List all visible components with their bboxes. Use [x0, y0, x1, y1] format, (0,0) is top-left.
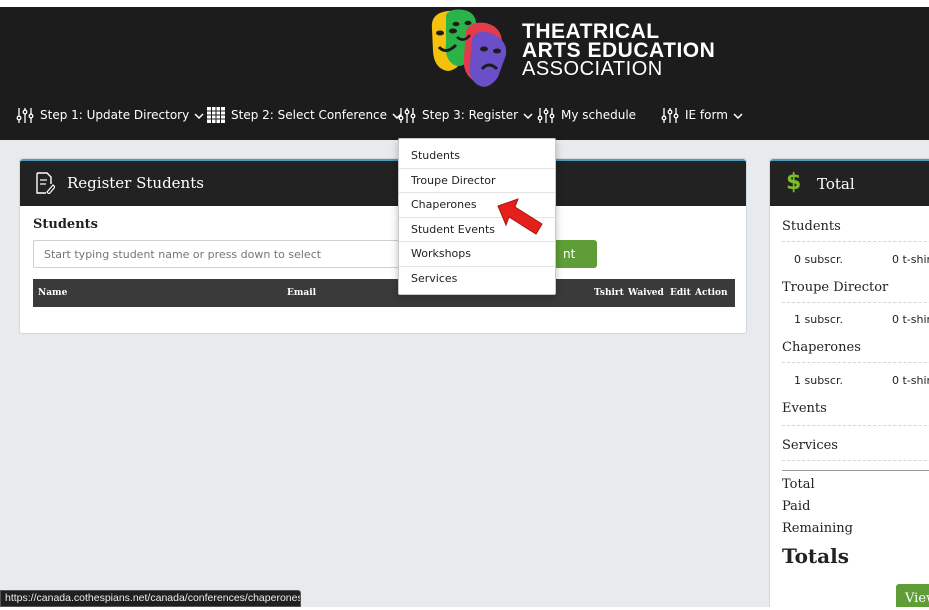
nav-item-update-directory[interactable]: Step 1: Update Directory — [16, 102, 204, 128]
column-header-waived[interactable]: Waived — [628, 288, 664, 298]
edit-document-icon — [36, 172, 55, 194]
summary-total: Total — [782, 477, 815, 492]
student-search-input[interactable] — [33, 240, 401, 268]
menu-item-students[interactable]: Students — [399, 144, 555, 169]
column-header-action[interactable]: Action — [695, 288, 728, 298]
divider — [782, 302, 929, 303]
total-panel: $ Total Students 0 subscr. 0 t-shir Trou… — [769, 158, 929, 610]
pointer-arrow-icon — [497, 198, 543, 235]
nav-item-select-conference[interactable]: Step 2: Select Conference — [207, 102, 402, 128]
nav-label: IE form — [685, 108, 728, 122]
sliders-icon — [398, 107, 416, 123]
nav-label: My schedule — [561, 108, 637, 122]
sliders-icon — [16, 107, 34, 123]
totals-heading: Totals — [782, 544, 849, 568]
summary-paid: Paid — [782, 499, 811, 514]
divider — [782, 460, 929, 461]
nav-label: Step 1: Update Directory — [40, 108, 190, 122]
register-students-panel: Register Students Students nt Name Email… — [19, 158, 747, 334]
chaperones-subscr: 1 subscr. — [794, 374, 843, 387]
column-header-tshirt[interactable]: Tshirt — [594, 288, 624, 298]
students-label: Students — [33, 217, 98, 232]
nav-item-ie-form[interactable]: IE form — [661, 102, 743, 128]
divider — [782, 425, 929, 426]
totals-divider — [782, 470, 929, 471]
add-student-button[interactable]: nt — [555, 240, 597, 268]
total-panel-title: Total — [817, 175, 855, 193]
menu-item-troupe-director[interactable]: Troupe Director — [399, 169, 555, 193]
nav-label: Step 3: Register — [422, 108, 519, 122]
panel-title: Register Students — [67, 174, 204, 192]
total-panel-header: $ Total — [770, 159, 929, 206]
column-header-edit[interactable]: Edit — [670, 288, 691, 298]
section-students: Students — [782, 219, 841, 234]
nav-label: Step 2: Select Conference — [231, 108, 388, 122]
sliders-icon — [537, 107, 555, 123]
chevron-down-icon — [194, 112, 204, 119]
column-header-email[interactable]: Email — [287, 288, 316, 298]
brand-line-3: ASSOCIATION — [522, 58, 663, 80]
divider — [782, 241, 929, 242]
panel-header: Register Students — [20, 159, 746, 206]
site-header: THEATRICAL ARTS EDUCATION ASSOCIATION St… — [0, 0, 929, 140]
chevron-down-icon — [733, 112, 743, 119]
brand-wordmark[interactable]: THEATRICAL ARTS EDUCATION ASSOCIATION — [522, 21, 715, 80]
menu-item-services[interactable]: Services — [399, 267, 555, 292]
dollar-icon: $ — [786, 170, 802, 195]
divider — [782, 362, 929, 363]
theatre-masks-logo-icon[interactable] — [426, 9, 514, 91]
troupe-director-tshirt: 0 t-shir — [892, 313, 929, 326]
sliders-icon — [661, 107, 679, 123]
section-troupe-director: Troupe Director — [782, 280, 889, 295]
browser-status-url: https://canada.cothespians.net/canada/co… — [0, 590, 301, 607]
main-nav: Step 1: Update Directory Step 2: Select … — [0, 102, 929, 128]
menu-item-workshops[interactable]: Workshops — [399, 242, 555, 267]
section-services: Services — [782, 438, 838, 453]
chaperones-summary-row: 1 subscr. 0 t-shir — [794, 374, 929, 387]
nav-item-register[interactable]: Step 3: Register — [398, 102, 533, 128]
students-subscr: 0 subscr. — [794, 253, 843, 266]
students-table-header: Name Email Tshirt Waived Edit Action — [33, 279, 735, 307]
chaperones-tshirt: 0 t-shir — [892, 374, 929, 387]
troupe-director-summary-row: 1 subscr. 0 t-shir — [794, 313, 929, 326]
students-summary-row: 0 subscr. 0 t-shir — [794, 253, 929, 266]
grid-icon — [207, 107, 225, 123]
column-header-name[interactable]: Name — [38, 288, 67, 298]
summary-remaining: Remaining — [782, 521, 853, 536]
nav-item-my-schedule[interactable]: My schedule — [537, 102, 636, 128]
students-tshirt: 0 t-shir — [892, 253, 929, 266]
troupe-director-subscr: 1 subscr. — [794, 313, 843, 326]
section-events: Events — [782, 401, 827, 416]
browser-top-strip — [0, 0, 929, 7]
chevron-down-icon — [523, 112, 533, 119]
section-chaperones: Chaperones — [782, 340, 861, 355]
